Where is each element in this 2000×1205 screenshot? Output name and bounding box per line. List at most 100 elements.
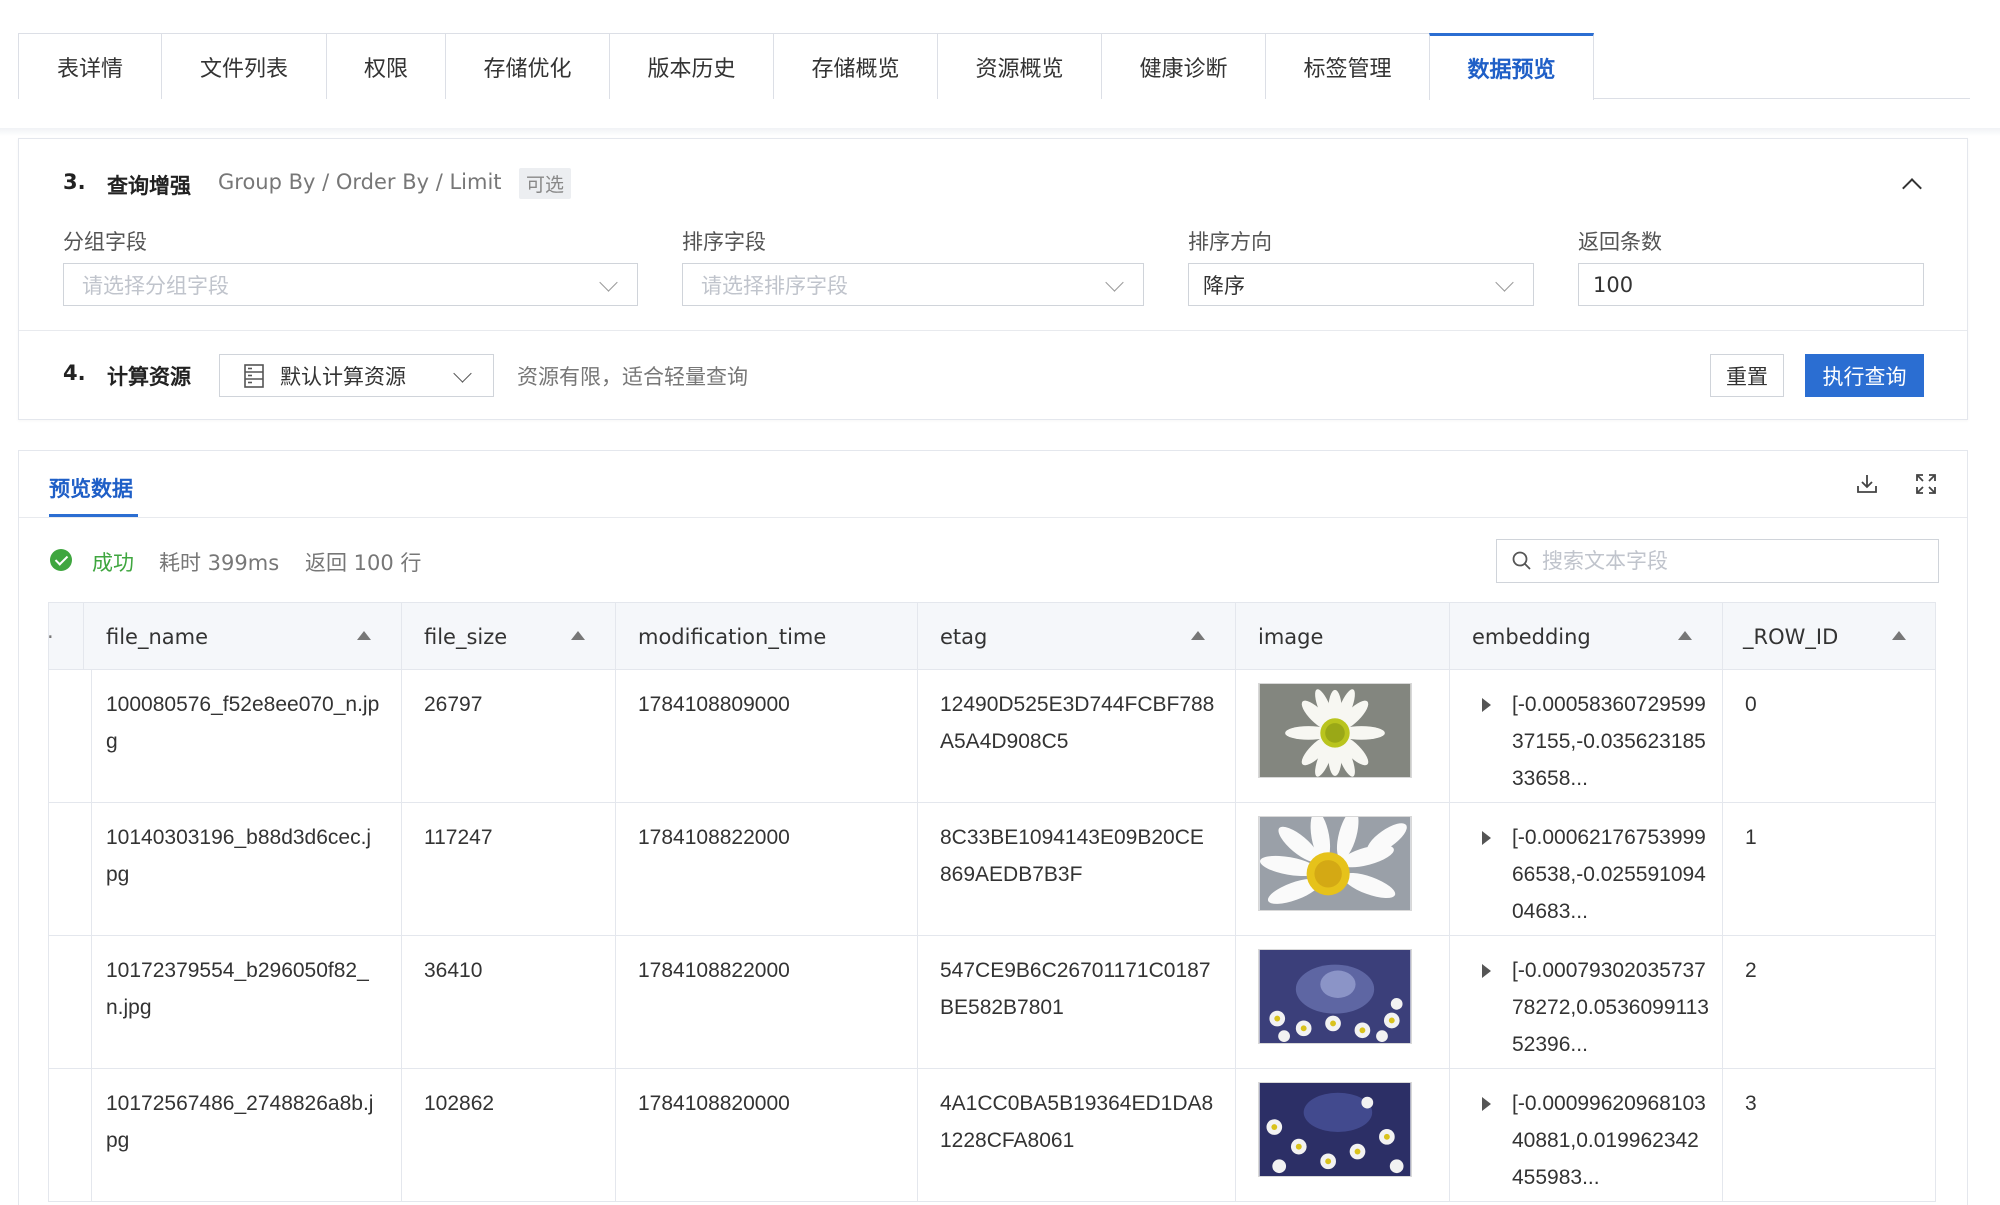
cell-file-size: 117247 <box>402 803 616 936</box>
sort-direction-select[interactable]: 降序 <box>1188 263 1534 306</box>
download-icon[interactable] <box>1853 470 1881 498</box>
status-success: 成功 <box>92 551 134 575</box>
cell-file-size: 26797 <box>402 670 616 803</box>
section-3-title: 查询增强 <box>107 174 191 198</box>
expand-caret-icon[interactable] <box>1482 831 1491 845</box>
header-file-name[interactable]: file_name <box>84 603 402 670</box>
limit-value: 100 <box>1593 272 1634 297</box>
header-file-size[interactable]: file_size <box>402 603 616 670</box>
cell-modification-time: 1784108820000 <box>616 1069 918 1202</box>
sort-direction-label: 排序方向 <box>1188 230 1272 254</box>
tab-tag-management[interactable]: 标签管理 <box>1265 33 1429 99</box>
cell-file-size: 102862 <box>402 1069 616 1202</box>
daisy-thumbnail-image[interactable] <box>1258 1082 1412 1177</box>
sort-field-label: 排序字段 <box>682 230 766 254</box>
truncated-dot: · <box>47 624 54 649</box>
header-image-label: image <box>1258 624 1324 649</box>
success-check-icon <box>50 549 72 571</box>
header-image[interactable]: image <box>1236 603 1450 670</box>
search-input[interactable] <box>1542 549 1938 573</box>
header-file-size-label: file_size <box>424 624 508 649</box>
cell-etag: 547CE9B6C26701171C0187BE582B7801 <box>918 936 1236 1069</box>
tab-version-history[interactable]: 版本历史 <box>609 33 773 99</box>
header-truncated-col: · <box>47 603 84 670</box>
header-embedding[interactable]: embedding <box>1450 603 1723 670</box>
header-etag-label: etag <box>940 624 988 649</box>
cell-row-id: 0 <box>1745 693 1757 716</box>
group-field-select[interactable]: 请选择分组字段 <box>63 263 638 306</box>
cell-modification-time: 1784108822000 <box>616 803 918 936</box>
query-config-panel: 3. 查询增强 Group By / Order By / Limit 可选 分… <box>18 138 1968 420</box>
cell-embedding: [-0.0005836072959937155,-0.0356231853365… <box>1450 670 1723 803</box>
cell-embedding: [-0.0006217675399966538,-0.0255910940468… <box>1450 803 1723 936</box>
expand-caret-icon[interactable] <box>1482 964 1491 978</box>
compute-resource-select[interactable]: 默认计算资源 <box>219 354 494 397</box>
table-row[interactable]: 10140303196_b88d3d6cec.jpg 117247 178410… <box>49 803 1935 936</box>
embedding-text: [-0.0007930203573778272,0.05360991135239… <box>1512 959 1709 1056</box>
tab-permissions[interactable]: 权限 <box>326 33 445 99</box>
group-field-placeholder: 请选择分组字段 <box>82 273 229 298</box>
daisy-thumbnail-image[interactable] <box>1258 683 1412 778</box>
run-query-button[interactable]: 执行查询 <box>1805 354 1924 397</box>
cell-modification-time: 1784108822000 <box>616 936 918 1069</box>
cell-embedding: [-0.0009962096810340881,0.01996234245598… <box>1450 1069 1723 1202</box>
header-file-name-label: file_name <box>106 624 209 649</box>
table-header: · file_name file_size modification_time … <box>47 603 1936 670</box>
compute-hint: 资源有限，适合轻量查询 <box>517 365 748 389</box>
tab-resource-overview[interactable]: 资源概览 <box>937 33 1101 99</box>
chevron-down-icon <box>1495 273 1514 292</box>
daisy-thumbnail-image[interactable] <box>1258 816 1412 911</box>
data-table: · file_name file_size modification_time … <box>47 602 1936 1202</box>
table-row[interactable]: 10172567486_2748826a8b.jpg 102862 178410… <box>49 1069 1935 1202</box>
sort-direction-value: 降序 <box>1203 273 1245 298</box>
sort-arrow-icon[interactable] <box>357 631 371 640</box>
chevron-down-icon <box>599 273 618 292</box>
tab-storage-optimization[interactable]: 存储优化 <box>445 33 609 99</box>
tab-table-details[interactable]: 表详情 <box>18 33 161 99</box>
sort-arrow-icon[interactable] <box>1191 631 1205 640</box>
limit-input[interactable]: 100 <box>1578 263 1924 306</box>
expand-caret-icon[interactable] <box>1482 698 1491 712</box>
sort-arrow-icon[interactable] <box>1892 631 1906 640</box>
cell-image <box>1236 670 1450 803</box>
sort-field-placeholder: 请选择排序字段 <box>701 273 848 298</box>
chevron-down-icon <box>1105 273 1124 292</box>
tab-preview-data[interactable]: 预览数据 <box>49 473 133 503</box>
header-row-id-label: _ROW_ID <box>1743 624 1839 649</box>
tab-file-list[interactable]: 文件列表 <box>161 33 326 99</box>
tab-storage-overview[interactable]: 存储概览 <box>773 33 937 99</box>
section-3-subtitle: Group By / Order By / Limit <box>218 170 502 194</box>
sort-arrow-icon[interactable] <box>1678 631 1692 640</box>
preview-divider <box>19 517 1967 518</box>
embedding-text: [-0.0005836072959937155,-0.0356231853365… <box>1512 693 1706 790</box>
section-divider <box>19 330 1967 331</box>
collapse-chevron-up-icon[interactable] <box>1902 178 1922 198</box>
expand-caret-icon[interactable] <box>1482 1097 1491 1111</box>
cell-file-size: 36410 <box>402 936 616 1069</box>
tab-health-diagnosis[interactable]: 健康诊断 <box>1101 33 1265 99</box>
sort-field-select[interactable]: 请选择排序字段 <box>682 263 1144 306</box>
cell-image <box>1236 803 1450 936</box>
table-row[interactable]: 100080576_f52e8ee070_n.jpg 26797 1784108… <box>49 670 1935 803</box>
daisy-thumbnail-image[interactable] <box>1258 949 1412 1044</box>
cell-file-name: 100080576_f52e8ee070_n.jpg <box>84 670 402 803</box>
status-rows: 返回 100 行 <box>305 551 422 575</box>
cell-file-name: 10140303196_b88d3d6cec.jpg <box>84 803 402 936</box>
sort-arrow-icon[interactable] <box>571 631 585 640</box>
tab-data-preview[interactable]: 数据预览 <box>1429 33 1594 100</box>
cell-embedding: [-0.0007930203573778272,0.05360991135239… <box>1450 936 1723 1069</box>
section-4-title: 计算资源 <box>107 365 191 389</box>
cell-file-name: 10172567486_2748826a8b.jpg <box>84 1069 402 1202</box>
reset-button[interactable]: 重置 <box>1710 354 1784 397</box>
cell-etag: 12490D525E3D744FCBF788A5A4D908C5 <box>918 670 1236 803</box>
search-box[interactable] <box>1496 539 1939 583</box>
cell-image <box>1236 936 1450 1069</box>
table-row[interactable]: 10172379554_b296050f82_n.jpg 36410 17841… <box>49 936 1935 1069</box>
cell-file-name: 10172379554_b296050f82_n.jpg <box>84 936 402 1069</box>
fullscreen-icon[interactable] <box>1912 470 1940 498</box>
header-row-id[interactable]: _ROW_ID <box>1723 603 1936 670</box>
header-modification-time[interactable]: modification_time <box>616 603 918 670</box>
compute-resource-value: 默认计算资源 <box>280 364 406 389</box>
cell-modification-time: 1784108809000 <box>616 670 918 803</box>
header-etag[interactable]: etag <box>918 603 1236 670</box>
